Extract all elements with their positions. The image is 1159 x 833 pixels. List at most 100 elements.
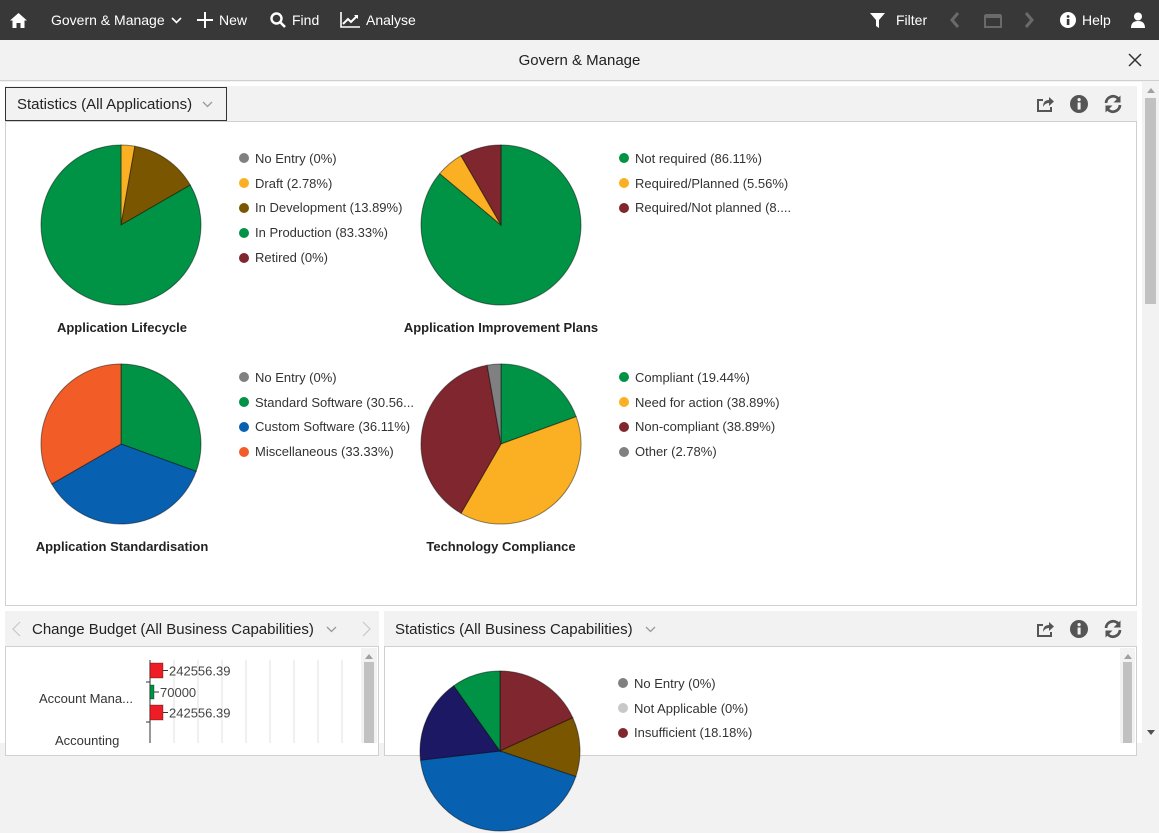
legend-technology-compliance: Compliant (19.44%) Need for action (38.89… [619, 365, 780, 464]
legend-item[interactable]: Compliant (19.44%) [619, 365, 780, 390]
legend-item[interactable]: In Production (83.33%) [239, 220, 402, 245]
category-label: Accounting [55, 733, 120, 748]
legend-color-dot [619, 421, 629, 432]
bottom-right-panel-actions [1035, 619, 1123, 639]
legend-application-lifecycle: No Entry (0%) Draft (2.78%) In Development… [239, 146, 402, 270]
legend-item[interactable]: No Entry (0%) [239, 365, 414, 390]
legend-label: Compliant (19.44%) [635, 369, 750, 385]
legend-label: No Entry (0%) [634, 675, 716, 691]
user-button[interactable] [1131, 0, 1145, 40]
business-capabilities-scrollbar[interactable] [1120, 648, 1135, 743]
legend-color-dot [239, 397, 249, 408]
main-scrollbar[interactable] [1142, 82, 1159, 743]
legend-item[interactable]: Non-compliant (38.89%) [619, 415, 780, 440]
legend-item[interactable]: Other (2.78%) [619, 439, 780, 464]
legend-label: Custom Software (36.11%) [255, 419, 411, 435]
legend-label: Miscellaneous (33.33%) [255, 444, 394, 460]
pie-business-capabilities [419, 670, 581, 832]
legend-item[interactable]: Not Applicable (0%) [618, 696, 752, 721]
chevron-right-icon [1024, 12, 1034, 28]
legend-item[interactable]: Custom Software (36.11%) [239, 415, 414, 440]
legend-label: Required/Not planned (8.... [635, 200, 792, 216]
scrollbar-thumb[interactable] [1123, 662, 1132, 743]
chevron-down-icon [326, 626, 337, 632]
bar[interactable] [149, 704, 164, 721]
legend-color-dot [618, 678, 628, 689]
top-navigation-bar: Govern & Manage New Find Analyse Filter … [0, 0, 1159, 40]
legend-item[interactable]: No Entry (0%) [239, 146, 402, 171]
window-icon [984, 13, 1002, 28]
title-application-standardisation: Application Standardisation [35, 539, 209, 554]
page-title: Govern & Manage [518, 51, 641, 69]
help-button[interactable]: Help [1060, 0, 1111, 40]
bar-value-label: 242556.39 [169, 706, 230, 721]
legend-item[interactable]: Draft (2.78%) [239, 171, 402, 196]
legend-label: Need for action (38.89%) [635, 394, 780, 410]
chevron-down-icon [171, 16, 182, 24]
legend-label: Draft (2.78%) [255, 175, 333, 191]
top-panel-actions [1035, 94, 1123, 114]
title-technology-compliance: Technology Compliance [426, 539, 576, 554]
share-icon[interactable] [1035, 94, 1055, 114]
refresh-icon[interactable] [1103, 619, 1123, 639]
pie-application-improvement-plans [420, 144, 582, 306]
scrollbar-thumb[interactable] [364, 662, 374, 743]
legend-item[interactable]: Miscellaneous (33.33%) [239, 439, 414, 464]
legend-color-dot [619, 446, 629, 457]
back-button[interactable] [950, 0, 960, 40]
legend-color-dot [239, 153, 249, 164]
bar-value-label: 70000 [160, 685, 196, 700]
dropdown-label: Statistics (All Applications) [17, 95, 193, 113]
share-icon[interactable] [1035, 619, 1055, 639]
home-button[interactable] [10, 0, 27, 40]
legend-label: Standard Software (30.56... [255, 394, 414, 410]
new-button[interactable]: New [197, 0, 247, 40]
legend-color-dot [239, 421, 249, 432]
filter-button[interactable]: Filter [870, 0, 927, 40]
legend-color-dot [618, 727, 628, 738]
legend-item[interactable]: No Entry (0%) [618, 671, 752, 696]
legend-item[interactable]: Not required (86.11%) [619, 146, 791, 171]
change-budget-scrollbar[interactable] [361, 648, 377, 743]
govern-manage-menu[interactable]: Govern & Manage [51, 0, 182, 40]
scroll-down-arrow[interactable] [1142, 726, 1159, 738]
legend-color-dot [239, 178, 249, 189]
scroll-up-arrow[interactable] [1142, 84, 1159, 96]
legend-item[interactable]: Required/Planned (5.56%) [619, 171, 791, 196]
legend-item[interactable]: Retired (0%) [239, 245, 402, 270]
chevron-right-icon[interactable] [362, 621, 371, 637]
dropdown-label: Change Budget (All Business Capabilities… [32, 620, 314, 638]
scrollbar-thumb[interactable] [1145, 98, 1156, 304]
user-icon [1131, 12, 1145, 28]
bar[interactable] [149, 684, 155, 700]
refresh-icon[interactable] [1103, 94, 1123, 114]
bar[interactable] [149, 662, 164, 679]
forward-button[interactable] [1024, 0, 1034, 40]
analyse-button[interactable]: Analyse [340, 0, 416, 40]
legend-item[interactable]: In Development (13.89%) [239, 196, 402, 221]
search-icon [270, 12, 286, 28]
legend-item[interactable]: Required/Not planned (8.... [619, 196, 791, 221]
legend-color-dot [239, 202, 249, 213]
statistics-business-capabilities-dropdown[interactable]: Statistics (All Business Capabilities) [395, 611, 656, 647]
change-budget-dropdown[interactable]: Change Budget (All Business Capabilities… [32, 611, 337, 647]
legend-item[interactable]: Standard Software (30.56... [239, 390, 414, 415]
legend-item[interactable]: Insufficient (18.18%) [618, 721, 752, 746]
scroll-up-arrow[interactable] [361, 650, 377, 662]
legend-item[interactable]: Need for action (38.89%) [619, 390, 780, 415]
window-button[interactable] [984, 0, 1002, 40]
find-button[interactable]: Find [270, 0, 319, 40]
scroll-up-arrow[interactable] [1120, 650, 1135, 662]
legend-color-dot [619, 153, 629, 164]
chevron-left-icon [950, 12, 960, 28]
help-label: Help [1082, 12, 1111, 28]
statistics-applications-dropdown[interactable]: Statistics (All Applications) [5, 87, 227, 121]
close-icon[interactable] [1127, 52, 1143, 68]
legend-color-dot [619, 202, 629, 213]
change-budget-bar-chart: 242556.39 70000 242556.39 [146, 660, 343, 743]
chevron-left-icon[interactable] [12, 621, 21, 637]
info-icon[interactable] [1069, 94, 1089, 114]
legend-label: In Development (13.89%) [255, 200, 403, 216]
legend-label: Other (2.78%) [635, 444, 717, 460]
info-icon[interactable] [1069, 619, 1089, 639]
